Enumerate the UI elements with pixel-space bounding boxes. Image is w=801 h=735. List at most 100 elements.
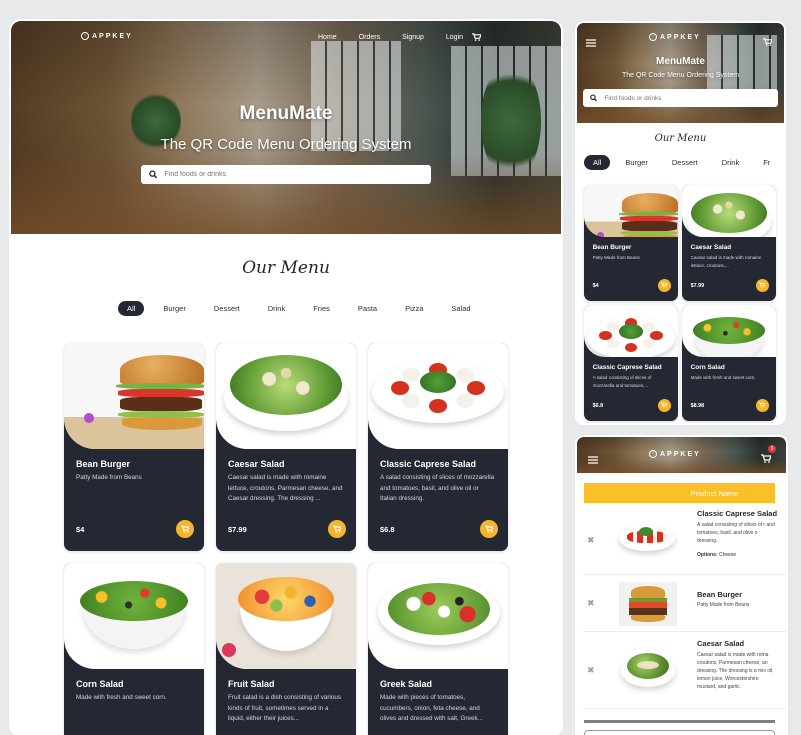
filter-dessert[interactable]: Dessert — [663, 155, 707, 170]
filter-drink[interactable]: Drink — [259, 301, 295, 316]
filter-dessert[interactable]: Dessert — [205, 301, 249, 316]
card-price: $7.99 — [690, 282, 705, 289]
cart-icon — [759, 282, 766, 288]
food-image — [216, 563, 356, 669]
search-icon — [590, 94, 598, 102]
food-image — [368, 563, 508, 669]
card-name: Classic Caprese Salad — [592, 364, 662, 372]
nav-login[interactable]: Login — [446, 34, 463, 41]
search-icon — [149, 170, 158, 179]
options-value: Cheese — [718, 552, 737, 558]
food-image — [584, 185, 678, 237]
card-body: Greek Salad Made with pieces of tomatoes… — [368, 669, 508, 735]
menu-card[interactable]: Bean Burger Patty Made from Beans $4 — [64, 343, 204, 551]
card-name: Bean Burger — [76, 459, 131, 469]
menu-card[interactable]: Corn Salad Made with fresh and sweet cor… — [64, 563, 204, 735]
logo-icon: ↑ — [649, 450, 657, 458]
cart-icon[interactable] — [472, 33, 481, 41]
logo-icon: ↑ — [649, 33, 657, 41]
filter-burger[interactable]: Burger — [154, 301, 195, 316]
options-label: Options: — [697, 552, 718, 558]
menu-icon[interactable] — [588, 451, 598, 469]
menu-grid: Bean Burger Patty Made from Beans $4 Cae… — [64, 343, 508, 735]
menu-card[interactable]: Fruit Salad Fruit salad is a dish consis… — [216, 563, 356, 735]
filter-pizza[interactable]: Pizza — [396, 301, 432, 316]
nav-signup[interactable]: Signup — [402, 34, 424, 41]
category-filters: All Burger Dessert Drink Fries Pasta Pizza Sala… — [118, 301, 480, 316]
logo[interactable]: ↑ APPKEY — [81, 32, 133, 40]
add-to-cart-button[interactable] — [657, 278, 671, 292]
cart-icon[interactable] — [763, 33, 773, 51]
card-body: Corn Salad Made with fresh and sweet cor… — [64, 669, 204, 735]
remove-icon[interactable]: ✖ — [587, 535, 595, 546]
search-bar[interactable] — [141, 165, 431, 184]
filter-burger[interactable]: Burger — [616, 155, 657, 170]
search-input[interactable] — [164, 171, 423, 178]
card-body: Fruit Salad Fruit salad is a dish consis… — [216, 669, 356, 735]
tablet-logo[interactable]: ↑ APPKEY — [649, 33, 701, 41]
card-desc: A salad consisting of slices of mozzarel… — [380, 474, 495, 502]
card-desc: Patty Made from Beans — [592, 255, 640, 261]
filter-fr[interactable]: Fr — [754, 155, 779, 170]
nav-orders[interactable]: Orders — [359, 34, 380, 41]
card-name: Bean Burger — [592, 244, 632, 252]
menu-card[interactable]: Greek Salad Made with pieces of tomatoes… — [368, 563, 508, 735]
menu-card[interactable]: Corn Salad Made with fresh and sweet cor… — [682, 305, 776, 421]
card-price: $8.98 — [690, 402, 705, 409]
logo-icon: ↑ — [81, 32, 89, 40]
remove-icon[interactable]: ✖ — [587, 665, 595, 676]
product-image — [619, 647, 677, 691]
add-to-cart-button[interactable] — [755, 278, 769, 292]
cart-table-header: Product Name — [584, 483, 775, 503]
search-input[interactable] — [604, 94, 771, 102]
add-to-cart-button[interactable] — [328, 520, 346, 538]
card-desc: Patty Made from Beans — [76, 474, 142, 481]
add-to-cart-button[interactable] — [657, 398, 671, 412]
cart-view: ↑ APPKEY 3 Product Name ✖ Classic Caprese… — [577, 437, 786, 735]
cart-item-options: Options: Cheese — [697, 552, 736, 558]
divider — [584, 720, 775, 723]
card-desc: Made with pieces of tomatoes, cucumbers,… — [380, 694, 483, 722]
filter-fries[interactable]: Fries — [304, 301, 339, 316]
brand-name: APPKEY — [660, 33, 701, 41]
cart-icon — [759, 402, 766, 408]
menu-icon[interactable] — [586, 34, 596, 52]
card-body: Caesar Salad Caesar salad is made with r… — [216, 449, 356, 551]
food-image — [216, 343, 356, 449]
cart-footer-field[interactable] — [584, 730, 775, 735]
card-name: Corn Salad — [690, 364, 725, 372]
menu-card[interactable]: Caesar Salad Caesar salad is made with r… — [682, 185, 776, 301]
card-name: Classic Caprese Salad — [380, 459, 477, 469]
add-to-cart-button[interactable] — [480, 520, 498, 538]
filter-salad[interactable]: Salad — [442, 301, 479, 316]
food-image — [64, 563, 204, 669]
card-price: $7.99 — [228, 525, 247, 534]
card-name: Corn Salad — [76, 679, 124, 689]
add-to-cart-button[interactable] — [755, 398, 769, 412]
food-image — [682, 305, 776, 357]
category-filters: All Burger Dessert Drink Fr — [584, 155, 779, 170]
food-image — [64, 343, 204, 449]
remove-icon[interactable]: ✖ — [587, 598, 595, 609]
filter-all[interactable]: All — [584, 155, 611, 170]
filter-all[interactable]: All — [118, 301, 145, 316]
menu-heading: Our Menu — [242, 258, 330, 278]
menu-card[interactable]: Classic Caprese Salad A salad consisting… — [368, 343, 508, 551]
card-price: $4 — [592, 282, 599, 289]
filter-drink[interactable]: Drink — [713, 155, 749, 170]
product-image — [619, 582, 677, 626]
cart-row: ✖ Classic Caprese Salad A salad consisti… — [583, 505, 786, 575]
add-to-cart-button[interactable] — [176, 520, 194, 538]
card-desc: A salad consisting of slices of mozzarel… — [592, 375, 652, 388]
search-bar[interactable] — [583, 89, 778, 107]
menu-card[interactable]: Caesar Salad Caesar salad is made with r… — [216, 343, 356, 551]
cart-item-name: Classic Caprese Salad — [697, 509, 778, 518]
cart-item-desc: A salad consisting of slices of r and to… — [697, 522, 775, 544]
filter-pasta[interactable]: Pasta — [349, 301, 386, 316]
hero-subtitle: The QR Code Menu Ordering System — [160, 136, 412, 153]
nav-home[interactable]: Home — [318, 34, 337, 41]
cart-row: ✖ Caesar Salad Caesar salad is made with… — [583, 633, 786, 709]
cart-logo[interactable]: ↑ APPKEY — [649, 450, 701, 458]
menu-card[interactable]: Classic Caprese Salad A salad consisting… — [584, 305, 678, 421]
menu-card[interactable]: Bean Burger Patty Made from Beans $4 — [584, 185, 678, 301]
